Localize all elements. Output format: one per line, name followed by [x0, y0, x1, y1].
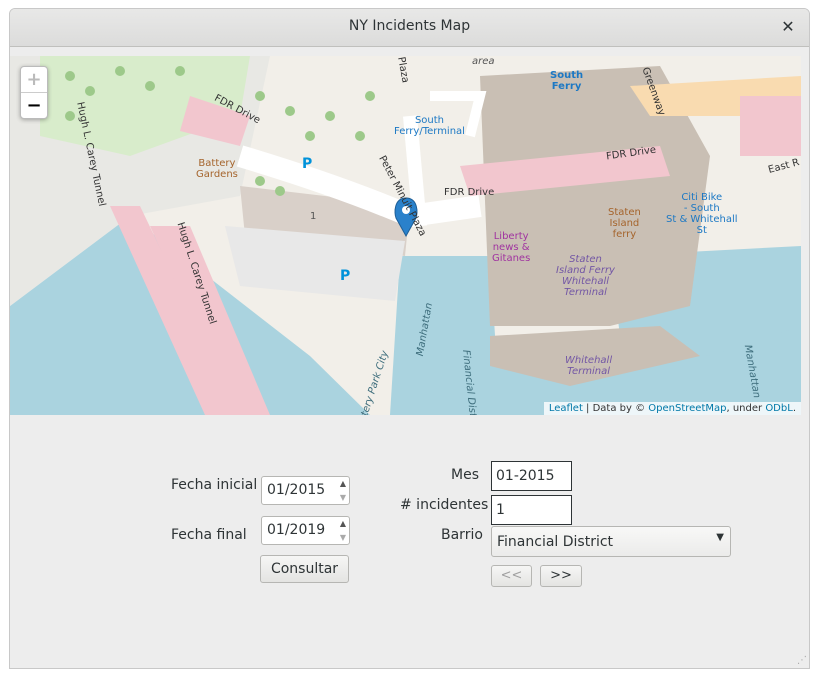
title-bar[interactable]: NY Incidents Map ✕	[10, 9, 809, 47]
spin-up-icon[interactable]: ▲	[340, 479, 346, 488]
map-attribution: Leaflet | Data by © OpenStreetMap, under…	[543, 402, 801, 415]
next-button[interactable]: >>	[540, 565, 582, 587]
spin-down-icon[interactable]: ▼	[340, 493, 346, 502]
map-label-fdr-drive: FDR Drive	[444, 187, 495, 198]
map-label-building-number: 1	[310, 211, 317, 222]
map-label-si-ferry-terminal: Staten Island Ferry Whitehall Terminal	[556, 254, 615, 298]
map-label-staten-island-ferry: Staten Island ferry	[608, 207, 641, 240]
zoom-out-button[interactable]: −	[21, 93, 47, 118]
map-label-citibike: Citi Bike - South St & Whitehall St	[666, 192, 738, 236]
map-label-area: area	[472, 56, 495, 67]
close-icon[interactable]: ✕	[777, 16, 799, 38]
parking-icon: P	[340, 268, 351, 284]
map-view[interactable]: + − FDR Drive FDR Drive FDR Drive Hugh L…	[10, 56, 801, 415]
window-title: NY Incidents Map	[348, 18, 471, 34]
zoom-in-button[interactable]: +	[21, 67, 47, 93]
consultar-button[interactable]: Consultar	[260, 555, 349, 583]
fecha-inicial-label: Fecha inicial	[171, 477, 258, 493]
prev-button[interactable]: <<	[491, 565, 532, 587]
incidentes-field[interactable]: 1	[491, 495, 572, 525]
attribution-text: .	[792, 403, 796, 414]
spin-down-icon[interactable]: ▼	[340, 533, 346, 542]
fecha-inicial-spinbox[interactable]: 01/2015 ▲ ▼	[261, 476, 350, 505]
barrio-label: Barrio	[441, 527, 483, 543]
barrio-value: Financial District	[497, 534, 614, 550]
attribution-text: , under	[726, 403, 766, 414]
map-label-whitehall-terminal: Whitehall Terminal	[565, 355, 613, 377]
map-label-battery-gardens: Battery Gardens	[196, 158, 238, 180]
incidentes-value: 1	[496, 502, 505, 518]
barrio-select[interactable]: Financial District ▼	[491, 526, 731, 557]
app-window: NY Incidents Map ✕ + − FDR Drive FDR Dri…	[9, 8, 810, 669]
chevron-down-icon: ▼	[716, 532, 724, 543]
odbl-link[interactable]: ODbL	[765, 403, 793, 414]
mes-value: 01-2015	[496, 468, 555, 484]
zoom-control: + −	[20, 66, 48, 119]
map-label-liberty-news: Liberty news & Gitanes	[492, 231, 531, 264]
resize-grip-icon[interactable]: ⋰	[797, 655, 807, 666]
fecha-final-value: 01/2019	[267, 522, 326, 538]
mes-label: Mes	[451, 467, 479, 483]
leaflet-link[interactable]: Leaflet	[549, 403, 583, 414]
incidentes-label: # incidentes	[400, 497, 489, 513]
fecha-inicial-value: 01/2015	[267, 482, 326, 498]
attribution-text: | Data by ©	[582, 403, 649, 414]
fecha-final-label: Fecha final	[171, 527, 247, 543]
mes-field[interactable]: 01-2015	[491, 461, 572, 491]
fecha-final-spinbox[interactable]: 01/2019 ▲ ▼	[261, 516, 350, 545]
map-label-south-ferry-terminal: South Ferry/Terminal	[394, 115, 465, 137]
map-label-south-ferry: South Ferry	[550, 70, 584, 92]
osm-link[interactable]: OpenStreetMap	[648, 403, 726, 414]
parking-icon: P	[302, 156, 313, 172]
spin-up-icon[interactable]: ▲	[340, 519, 346, 528]
